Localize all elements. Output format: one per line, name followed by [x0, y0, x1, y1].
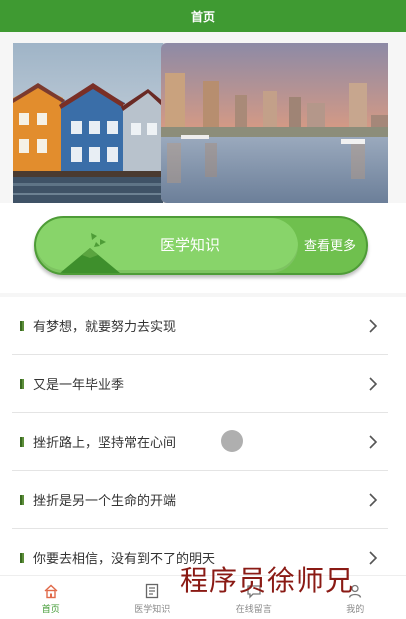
bullet-icon — [20, 494, 24, 505]
list-item-title: 有梦想，就要努力去实现 — [33, 320, 177, 335]
bullet-icon — [20, 378, 24, 389]
bullet-icon — [20, 436, 24, 447]
list-item-title: 挫折路上，坚持常在心间 — [33, 436, 177, 451]
bullet-icon — [20, 552, 24, 563]
chevron-right-icon — [366, 318, 380, 333]
app-screen: 首页 医学知识 查看更多 有梦想，就要努力去实现 又是一年毕业季 挫折路上，坚持… — [0, 0, 406, 619]
page-title: 首页 — [190, 9, 215, 24]
document-icon — [143, 582, 161, 600]
medical-knowledge-card[interactable]: 医学知识 查看更多 — [34, 216, 368, 275]
tab-label: 在线留言 — [235, 605, 272, 615]
article-list: 有梦想，就要努力去实现 又是一年毕业季 挫折路上，坚持常在心间 挫折是另一个生命… — [0, 297, 406, 587]
medical-knowledge-button[interactable]: 医学知识 — [36, 218, 298, 273]
list-item[interactable]: 有梦想，就要努力去实现 — [12, 297, 388, 355]
banner-carousel[interactable] — [13, 43, 388, 203]
list-item-title: 挫折是另一个生命的开端 — [33, 494, 177, 509]
chevron-right-icon — [366, 492, 380, 507]
bullet-icon — [20, 320, 24, 331]
tab-home[interactable]: 首页 — [0, 576, 102, 619]
list-item[interactable]: 又是一年毕业季 — [12, 355, 388, 413]
home-icon — [42, 582, 60, 600]
medical-knowledge-label: 医学知识 — [160, 236, 221, 254]
chevron-right-icon — [366, 376, 380, 391]
watermark-text: 程序员徐师兄 — [180, 564, 355, 597]
chevron-right-icon — [366, 434, 380, 449]
list-item-title: 又是一年毕业季 — [33, 378, 125, 393]
chevron-right-icon — [366, 550, 380, 565]
tab-label: 我的 — [346, 605, 365, 615]
header-bar: 首页 — [0, 0, 406, 32]
list-item[interactable]: 挫折是另一个生命的开端 — [12, 471, 388, 529]
view-more-link[interactable]: 查看更多 — [304, 235, 356, 254]
touch-indicator — [221, 430, 243, 452]
list-item[interactable]: 挫折路上，坚持常在心间 — [12, 413, 388, 471]
banner-image-houses — [13, 43, 163, 203]
tab-label: 医学知识 — [134, 605, 171, 615]
tab-label: 首页 — [41, 605, 60, 615]
banner-image-city — [161, 43, 388, 203]
